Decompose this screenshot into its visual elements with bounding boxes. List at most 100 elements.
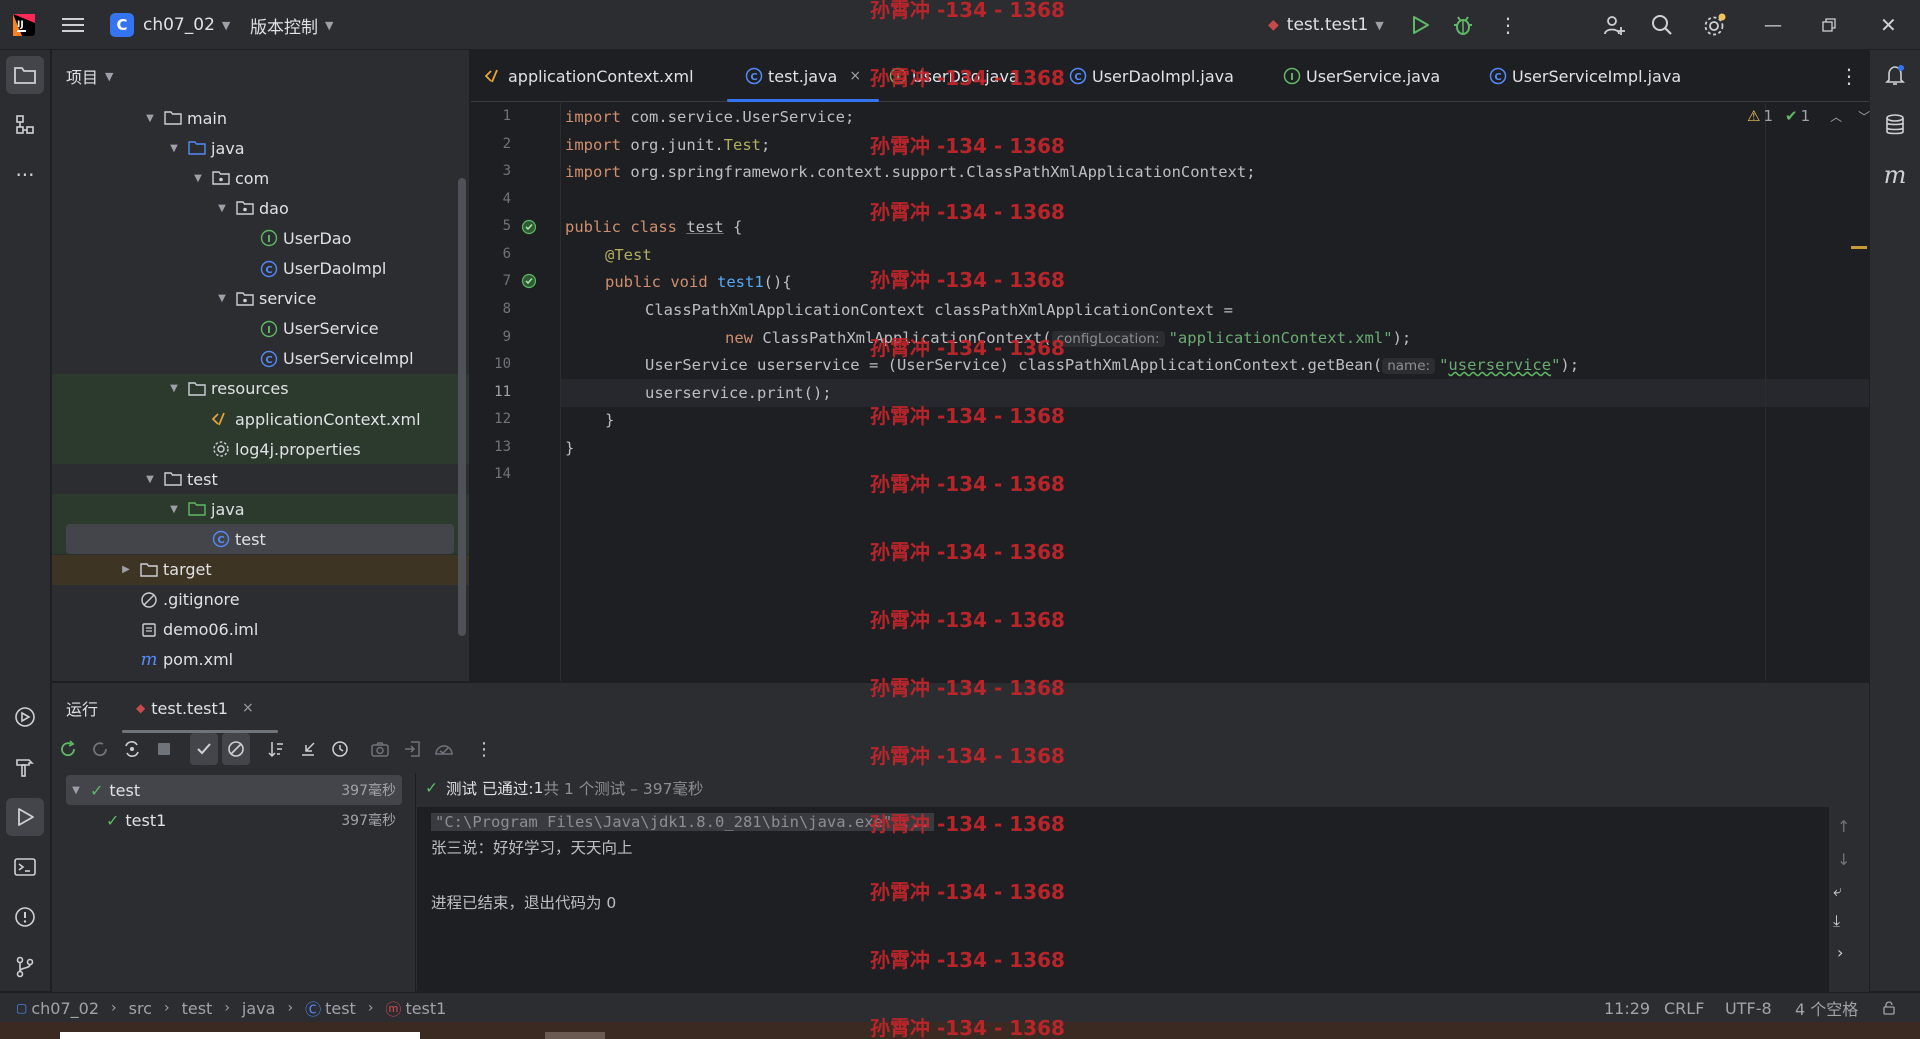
- breadcrumb-item[interactable]: test1: [405, 999, 446, 1018]
- screenshot-icon[interactable]: [366, 733, 394, 765]
- chevron-down-icon[interactable]: ▼: [166, 143, 182, 154]
- project-panel-header[interactable]: 项目 ▼: [52, 50, 469, 102]
- main-menu-icon[interactable]: [62, 0, 84, 50]
- import-tests-icon[interactable]: [398, 733, 426, 765]
- test-row-suite[interactable]: ▼ ✓ test 397毫秒: [66, 775, 402, 805]
- run-tool-button[interactable]: [6, 798, 44, 836]
- scroll-to-end-icon[interactable]: ⤓: [1833, 911, 1840, 931]
- line-number[interactable]: 9: [471, 329, 511, 345]
- stop-icon[interactable]: [150, 733, 178, 765]
- chevron-right-icon[interactable]: ›: [1837, 943, 1843, 962]
- close-tab-icon[interactable]: ×: [242, 700, 254, 716]
- project-selector[interactable]: C ch07_02 ▼: [110, 0, 230, 50]
- project-scrollbar[interactable]: [458, 178, 466, 636]
- chevron-down-icon[interactable]: ▼: [142, 474, 158, 485]
- tab-options-icon[interactable]: ⋮: [1839, 50, 1859, 102]
- restore-icon[interactable]: [1822, 0, 1836, 50]
- inspection-widget[interactable]: ⚠ 1 ✔ 1 ︿ ﹀: [1747, 107, 1870, 125]
- line-number[interactable]: 2: [471, 136, 511, 152]
- tree-item[interactable]: I UserService: [52, 314, 469, 344]
- coverage-icon[interactable]: [430, 733, 458, 765]
- build-tool-button[interactable]: [6, 748, 44, 786]
- tab-userserviceimpl-java[interactable]: C UserServiceImpl.java: [1489, 50, 1681, 102]
- breadcrumb-item[interactable]: ch07_02: [31, 999, 99, 1018]
- indent-setting[interactable]: 4 个空格: [1795, 993, 1858, 1023]
- warning-stripe-marker[interactable]: [1851, 246, 1867, 249]
- line-number[interactable]: 4: [471, 191, 511, 207]
- app-logo-icon[interactable]: IJ: [12, 0, 36, 50]
- terminal-tool-button[interactable]: [6, 848, 44, 886]
- file-encoding[interactable]: UTF-8: [1725, 993, 1772, 1023]
- line-number[interactable]: 1: [471, 108, 511, 124]
- tree-item[interactable]: Ctest: [52, 524, 469, 555]
- tree-item[interactable]: ▼ service: [52, 284, 469, 314]
- tree-item[interactable]: C UserServiceImpl: [52, 344, 469, 374]
- tree-item[interactable]: ▼ dao: [52, 193, 469, 223]
- tree-item[interactable]: ▼ java: [52, 494, 469, 525]
- breadcrumb-item[interactable]: test: [325, 999, 356, 1018]
- close-tab-icon[interactable]: ×: [849, 68, 861, 84]
- show-passed-icon[interactable]: [190, 733, 218, 765]
- line-number[interactable]: 10: [471, 356, 511, 372]
- history-icon[interactable]: [326, 733, 354, 765]
- chevron-down-icon[interactable]: ▼: [166, 504, 182, 515]
- tree-item[interactable]: demo06.iml: [52, 615, 469, 645]
- tree-item[interactable]: log4j.properties: [52, 434, 469, 465]
- tree-item[interactable]: C UserDaoImpl: [52, 254, 469, 284]
- chevron-down-icon[interactable]: ﹀: [1858, 108, 1870, 125]
- services-tool-button[interactable]: [6, 698, 44, 736]
- vcs-menu[interactable]: 版本控制 ▼: [250, 0, 333, 50]
- chevron-down-icon[interactable]: ▼: [214, 293, 230, 304]
- line-number[interactable]: 8: [471, 301, 511, 317]
- toggle-auto-test-icon[interactable]: [118, 733, 146, 765]
- problems-tool-button[interactable]: [6, 898, 44, 936]
- run-config-tab[interactable]: ◆ test.test1 ×: [122, 683, 278, 733]
- chevron-down-icon[interactable]: ▼: [214, 203, 230, 214]
- maven-tool-icon[interactable]: m: [1876, 156, 1914, 194]
- breadcrumb-item[interactable]: java: [242, 999, 276, 1018]
- chevron-down-icon[interactable]: ▼: [166, 383, 182, 394]
- settings-button[interactable]: [1702, 0, 1726, 50]
- breadcrumb-item[interactable]: test: [182, 999, 213, 1018]
- line-number[interactable]: 11: [471, 384, 511, 400]
- console-output[interactable]: "C:\Program Files\Java\jdk1.8.0_281\bin\…: [417, 807, 1829, 992]
- show-ignored-icon[interactable]: [222, 733, 250, 765]
- lock-icon[interactable]: [1882, 993, 1896, 1023]
- minimize-icon[interactable]: —: [1764, 0, 1782, 50]
- tree-item[interactable]: ▼ resources: [52, 373, 469, 404]
- tree-item[interactable]: ▼ test: [52, 464, 469, 494]
- line-number[interactable]: 5: [471, 218, 511, 234]
- rerun-icon[interactable]: [54, 733, 82, 765]
- soft-wrap-icon[interactable]: ⤶: [1833, 881, 1842, 901]
- line-number[interactable]: 7: [471, 273, 511, 289]
- tree-item[interactable]: ▼ main: [52, 103, 469, 133]
- chevron-down-icon[interactable]: ▼: [190, 173, 206, 184]
- test-row-test1[interactable]: ✓ test1 397毫秒: [66, 805, 402, 835]
- line-number[interactable]: 6: [471, 246, 511, 262]
- run-test-gutter-icon[interactable]: [521, 273, 537, 293]
- more-actions-icon[interactable]: ⋮: [1498, 0, 1518, 50]
- notifications-button[interactable]: [1876, 56, 1914, 94]
- tab-test-java[interactable]: C test.java ×: [726, 50, 880, 102]
- add-user-button[interactable]: [1602, 0, 1626, 50]
- tree-item[interactable]: .gitignore: [52, 585, 469, 615]
- line-number[interactable]: 14: [471, 466, 511, 482]
- collapse-all-icon[interactable]: [294, 733, 322, 765]
- line-number[interactable]: 12: [471, 411, 511, 427]
- rerun-failed-icon[interactable]: [86, 733, 114, 765]
- code-editor[interactable]: 1 2 3 4 5 6 7 8 9 10 11 12 13 14 ⚠ 1 ✔ 1 ︿ ﹀ import c…: [471, 103, 1870, 681]
- sort-icon[interactable]: [262, 733, 290, 765]
- line-number[interactable]: 3: [471, 163, 511, 179]
- line-number[interactable]: 13: [471, 439, 511, 455]
- chevron-up-icon[interactable]: ︿: [1830, 108, 1842, 125]
- tab-userservice-java[interactable]: I UserService.java: [1283, 50, 1440, 102]
- close-icon[interactable]: ✕: [1880, 0, 1897, 50]
- scroll-down-icon[interactable]: ↓: [1837, 850, 1850, 869]
- tree-item[interactable]: applicationContext.xml: [52, 404, 469, 434]
- tab-userdaoimpl-java[interactable]: C UserDaoImpl.java: [1069, 50, 1234, 102]
- tree-item[interactable]: ▶ target: [52, 554, 469, 585]
- run-class-gutter-icon[interactable]: [521, 219, 537, 239]
- debug-button[interactable]: [1452, 0, 1474, 50]
- scroll-up-icon[interactable]: ↑: [1837, 817, 1850, 836]
- tree-item[interactable]: m pom.xml: [52, 645, 469, 675]
